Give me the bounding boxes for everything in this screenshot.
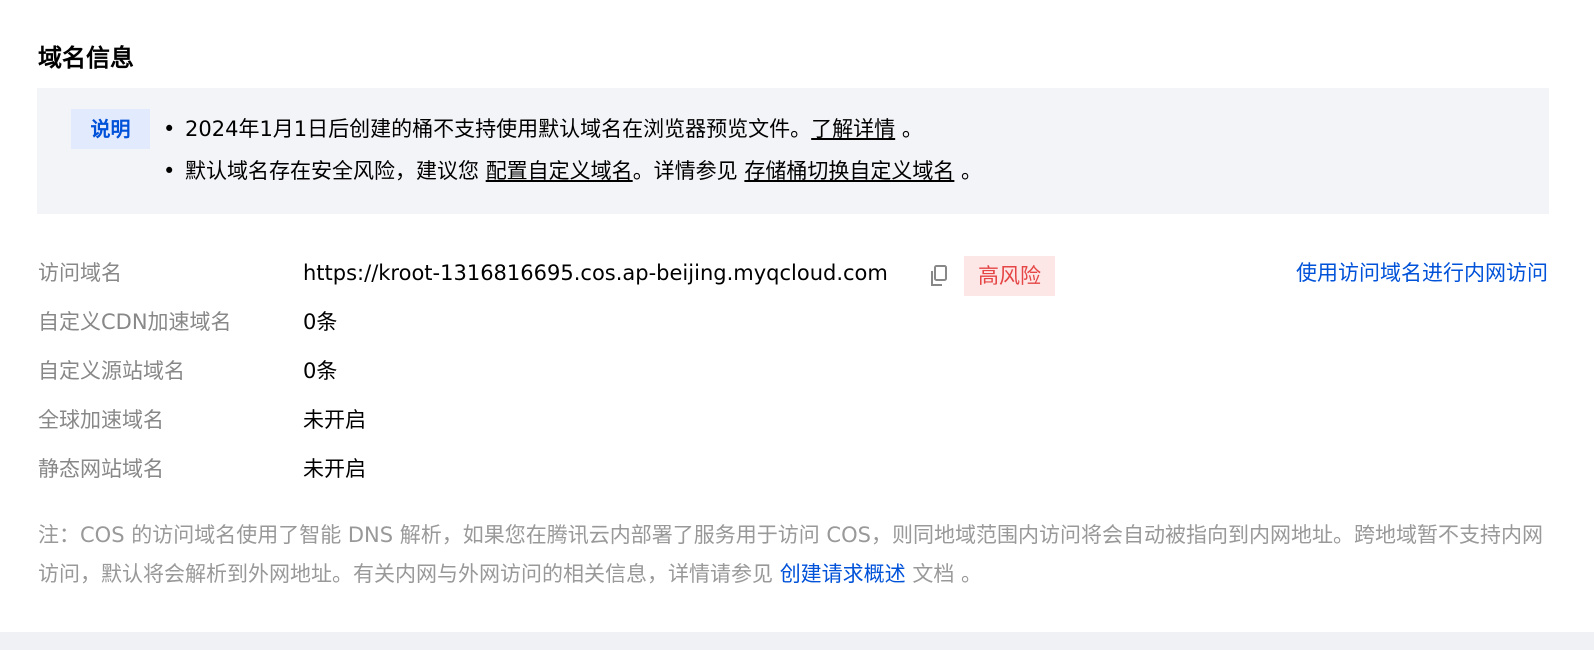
static-website-label: 静态网站域名 <box>38 457 164 481</box>
origin-domain-value: 0条 <box>303 359 338 383</box>
bullet: • <box>163 117 176 141</box>
intranet-access-link[interactable]: 使用访问域名进行内网访问 <box>1296 258 1548 288</box>
configure-custom-domain-link[interactable]: 配置自定义域名 <box>486 159 633 183</box>
copy-icon[interactable] <box>929 264 951 288</box>
access-domain-value: https://kroot-1316816695.cos.ap-beijing.… <box>303 261 888 285</box>
notice-text: 默认域名存在安全风险，建议您 <box>185 159 486 183</box>
notice-box <box>37 88 1549 214</box>
footnote-suffix: 文档 。 <box>905 562 983 586</box>
domain-info-panel: 域名信息 说明 • 2024年1月1日后创建的桶不支持使用默认域名在浏览器预览文件… <box>0 0 1594 650</box>
notice-suffix: 。 <box>954 159 983 183</box>
bullet: • <box>163 159 176 183</box>
bottom-divider <box>0 632 1594 650</box>
notice-text: 2024年1月1日后创建的桶不支持使用默认域名在浏览器预览文件。 <box>185 117 812 141</box>
request-overview-link[interactable]: 创建请求概述 <box>780 562 906 586</box>
cdn-domain-value: 0条 <box>303 310 338 334</box>
access-domain-label: 访问域名 <box>38 261 122 285</box>
origin-domain-label: 自定义源站域名 <box>38 359 185 383</box>
static-website-value: 未开启 <box>303 457 366 481</box>
global-acceleration-label: 全球加速域名 <box>38 408 164 432</box>
notice-line-2: • 默认域名存在安全风险，建议您 配置自定义域名。详情参见 存储桶切换自定义域名 … <box>163 155 982 187</box>
global-acceleration-value: 未开启 <box>303 408 366 432</box>
notice-tag: 说明 <box>71 109 150 149</box>
cdn-domain-label: 自定义CDN加速域名 <box>38 310 232 334</box>
switch-custom-domain-link[interactable]: 存储桶切换自定义域名 <box>744 159 954 183</box>
footnote: 注：COS 的访问域名使用了智能 DNS 解析，如果您在腾讯云内部署了服务用于访… <box>38 516 1553 594</box>
section-title: 域名信息 <box>38 44 134 72</box>
notice-middle: 。详情参见 <box>632 159 745 183</box>
notice-line-1: • 2024年1月1日后创建的桶不支持使用默认域名在浏览器预览文件。了解详情 。 <box>163 113 923 145</box>
risk-badge: 高风险 <box>964 256 1055 296</box>
notice-suffix: 。 <box>895 117 923 141</box>
learn-more-link[interactable]: 了解详情 <box>811 117 895 141</box>
